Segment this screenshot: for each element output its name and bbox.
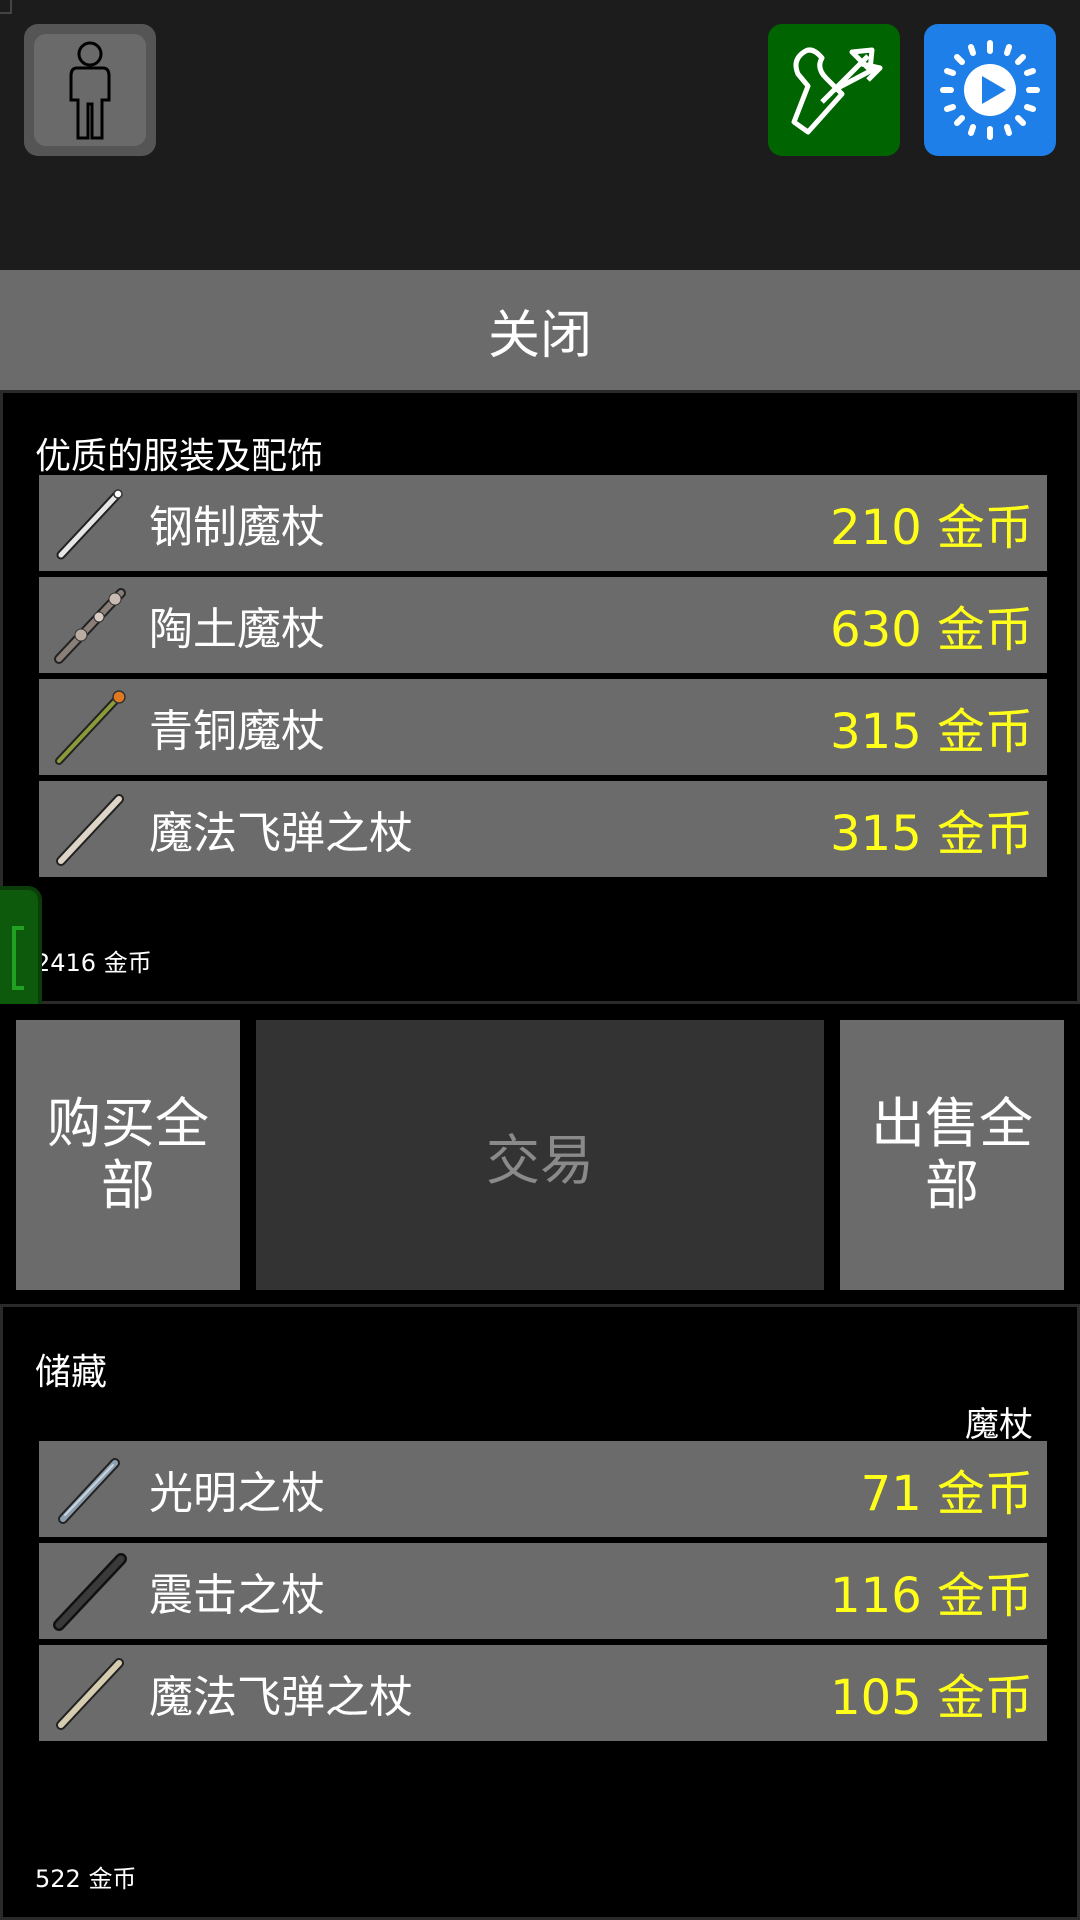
stash-gold-total: 522 金币 <box>35 1865 137 1893</box>
trade-button[interactable]: 交易 <box>256 1020 824 1290</box>
vendor-gold-total: 2416 金币 <box>35 949 152 977</box>
trade-label: 交易 <box>486 1128 594 1192</box>
person-silhouette-icon <box>69 41 111 140</box>
stash-item-row[interactable]: 魔法飞弹之杖 105 金币 <box>39 1645 1047 1741</box>
sell-all-button[interactable]: 出售全部 <box>840 1020 1064 1290</box>
clay-wand-icon <box>43 577 139 673</box>
stash-title: 储藏 <box>35 1352 108 1393</box>
vendor-item-row[interactable]: 陶土魔杖 630 金币 <box>39 577 1047 673</box>
buy-all-button[interactable]: 购买全部 <box>16 1020 240 1290</box>
item-name: 魔法飞弹之杖 <box>149 1672 413 1723</box>
item-name: 光明之杖 <box>149 1468 325 1519</box>
item-name: 陶土魔杖 <box>149 604 325 655</box>
bronze-wand-icon <box>43 679 139 775</box>
stash-item-row[interactable]: 震击之杖 116 金币 <box>39 1543 1047 1639</box>
quiver-arrows-icon <box>791 47 883 135</box>
vendor-item-row[interactable]: 青铜魔杖 315 金币 <box>39 679 1047 775</box>
character-button-inner <box>34 34 146 146</box>
vendor-item-row[interactable]: 魔法飞弹之杖 315 金币 <box>39 781 1047 877</box>
top-bar <box>0 0 1080 270</box>
stash-filter-label[interactable]: 魔杖 <box>965 1397 1033 1446</box>
steel-wand-icon <box>43 475 139 571</box>
item-name: 钢制魔杖 <box>149 502 325 553</box>
magic-missile-wand-icon <box>43 781 139 877</box>
sell-all-label: 出售全部 <box>871 1092 1033 1217</box>
trade-controls: 购买全部 交易 出售全部 <box>0 1004 1080 1304</box>
play-speed-icon <box>940 40 1040 140</box>
item-name: 青铜魔杖 <box>149 706 325 757</box>
vendor-panel: 优质的服装及配饰 钢制魔杖 210 金币 陶土魔杖 630 金币 青铜魔杖 31… <box>0 390 1080 1004</box>
close-button-label: 关闭 <box>487 305 592 366</box>
speed-button[interactable] <box>924 24 1056 156</box>
item-name: 魔法飞弹之杖 <box>149 808 413 859</box>
item-price: 630 金币 <box>830 602 1033 658</box>
item-name: 震击之杖 <box>149 1570 325 1621</box>
item-price: 105 金币 <box>830 1670 1033 1726</box>
shock-wand-icon <box>43 1543 139 1639</box>
item-price: 116 金币 <box>830 1568 1033 1624</box>
close-button[interactable]: 关闭 <box>0 270 1080 390</box>
vendor-title: 优质的服装及配饰 <box>35 436 324 477</box>
magic-missile-wand-icon <box>43 1645 139 1741</box>
light-wand-icon <box>43 1441 139 1537</box>
vendor-item-row[interactable]: 钢制魔杖 210 金币 <box>39 475 1047 571</box>
stash-item-row[interactable]: 光明之杖 71 金币 <box>39 1441 1047 1537</box>
item-price: 71 金币 <box>860 1466 1033 1522</box>
item-price: 210 金币 <box>830 500 1033 556</box>
stash-panel: 储藏 魔杖 光明之杖 71 金币 震击之杖 116 金币 魔法飞弹之杖 105 … <box>0 1304 1080 1920</box>
corner-mark <box>0 0 12 14</box>
item-price: 315 金币 <box>830 704 1033 760</box>
item-price: 315 金币 <box>830 806 1033 862</box>
bracket-icon <box>12 926 24 990</box>
buy-all-label: 购买全部 <box>47 1092 209 1217</box>
quiver-button[interactable] <box>768 24 900 156</box>
character-button[interactable] <box>24 24 156 156</box>
